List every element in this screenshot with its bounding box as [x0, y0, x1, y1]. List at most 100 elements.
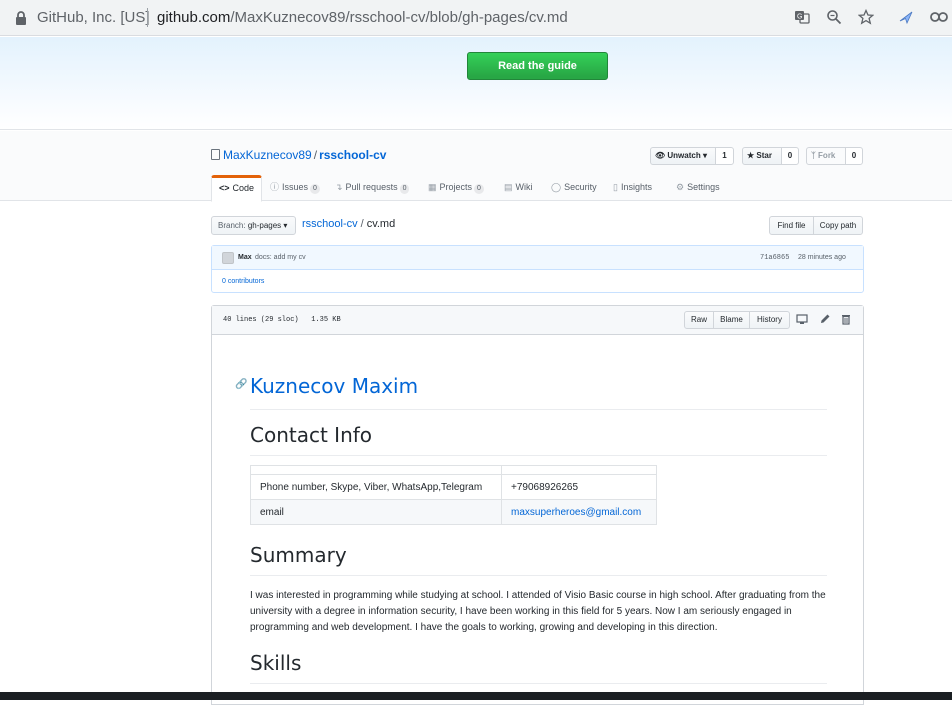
file-viewer: 40 lines (29 sloc) 1.35 KB Raw Blame His…	[211, 305, 864, 705]
guide-banner: Read the guide	[0, 37, 952, 130]
breadcrumb: rsschool-cv / cv.md	[302, 218, 395, 230]
commit-sha[interactable]: 71a6865	[760, 254, 789, 262]
contacts-table: Phone number, Skype, Viber, WhatsApp,Tel…	[250, 465, 657, 525]
commit-info-box: Max docs: add my cv 71a6865 28 minutes a…	[211, 245, 864, 293]
commit-message[interactable]: docs: add my cv	[255, 254, 306, 261]
file-line-count: 40 lines (29 sloc)	[223, 316, 299, 324]
pencil-icon[interactable]	[819, 313, 831, 325]
book-icon: ▤	[504, 182, 513, 192]
star-label: Star	[756, 151, 772, 160]
fork-button[interactable]: ᛉ Fork	[806, 147, 846, 165]
repo-title-separator: /	[313, 148, 318, 162]
translate-icon[interactable]: G	[793, 9, 811, 27]
file-info: 40 lines (29 sloc) 1.35 KB	[223, 316, 341, 324]
branch-name: gh-pages	[247, 221, 282, 230]
repo-name-link[interactable]: rsschool-cv	[319, 148, 386, 162]
file-size: 1.35 KB	[311, 316, 341, 324]
table-cell: +79068926265	[501, 474, 657, 500]
avatar[interactable]	[222, 252, 234, 264]
file-header: 40 lines (29 sloc) 1.35 KB Raw Blame His…	[212, 306, 863, 335]
tab-label: Projects	[439, 182, 473, 192]
star-icon: ★	[747, 151, 755, 160]
repo-icon	[211, 149, 220, 160]
summary-heading: Summary	[250, 542, 827, 576]
tab-counter: 0	[474, 184, 484, 194]
trash-icon[interactable]	[840, 313, 852, 325]
link-icon[interactable]: 🔗	[235, 379, 247, 390]
read-the-guide-button[interactable]: Read the guide	[467, 52, 608, 80]
breadcrumb-repo-link[interactable]: rsschool-cv	[302, 218, 358, 230]
project-icon: ▦	[428, 182, 437, 192]
contributors-link[interactable]: 0 contributors	[222, 278, 264, 285]
tab-security[interactable]: ◯ Security	[551, 175, 597, 201]
table-cell	[250, 465, 502, 475]
commit-author[interactable]: Max	[238, 254, 252, 261]
branch-prefix: Branch:	[218, 221, 246, 230]
table-row: email maxsuperheroes@gmail.com	[250, 499, 657, 525]
tab-label: Issues	[282, 182, 309, 192]
zoom-icon[interactable]	[825, 9, 843, 27]
commit-time: 28 minutes ago	[798, 254, 846, 261]
unwatch-label: Unwatch	[667, 151, 701, 160]
browser-address-bar: GitHub, Inc. [US] github.com/MaxKuznecov…	[0, 0, 952, 36]
contact-heading: Contact Info	[250, 422, 827, 456]
tab-label: Wiki	[515, 182, 533, 192]
tab-code[interactable]: <> Code	[211, 175, 263, 202]
taskbar-edge	[0, 692, 952, 700]
repo-title: MaxKuznecov89/rsschool-cv	[223, 148, 386, 162]
code-icon: <>	[219, 183, 230, 193]
watch-count[interactable]: 1	[715, 147, 734, 165]
star-icon[interactable]	[857, 8, 875, 27]
pull-request-icon: ↴	[335, 182, 343, 192]
copy-path-button[interactable]: Copy path	[813, 216, 863, 235]
page-title: Kuznecov Maxim	[250, 372, 827, 410]
issue-icon: ⓘ	[270, 182, 280, 192]
fork-icon: ᛉ	[811, 151, 816, 160]
repo-header: MaxKuznecov89/rsschool-cv 👁 Unwatch ▾ 1 …	[0, 131, 952, 202]
tab-insights[interactable]: ▯ Insights	[613, 175, 652, 201]
raw-button[interactable]: Raw	[684, 311, 714, 329]
url-host: github.com	[157, 9, 231, 26]
tab-settings[interactable]: ⚙ Settings	[676, 175, 720, 201]
latest-commit-bar: Max docs: add my cv 71a6865 28 minutes a…	[212, 246, 863, 270]
extension-icon[interactable]	[897, 9, 915, 27]
tab-label: Security	[564, 182, 597, 192]
lock-icon[interactable]	[14, 10, 28, 26]
graph-icon: ▯	[613, 182, 618, 192]
extension-icon[interactable]	[928, 9, 952, 27]
star-button[interactable]: ★ Star	[742, 147, 782, 165]
history-button[interactable]: History	[749, 311, 790, 329]
url-text[interactable]: github.com/MaxKuznecov89/rsschool-cv/blo…	[157, 9, 568, 26]
table-cell	[501, 465, 657, 475]
tab-label: Code	[232, 183, 255, 193]
tab-counter: 0	[310, 184, 320, 194]
shield-icon: ◯	[551, 182, 562, 192]
gear-icon: ⚙	[676, 182, 685, 192]
email-link[interactable]: maxsuperheroes@gmail.com	[511, 507, 641, 518]
fork-count[interactable]: 0	[845, 147, 863, 165]
desktop-icon[interactable]	[796, 313, 808, 325]
skills-heading: Skills	[250, 650, 827, 684]
eye-icon: 👁	[655, 151, 666, 160]
repo-owner-link[interactable]: MaxKuznecov89	[223, 148, 312, 162]
breadcrumb-file: cv.md	[366, 218, 396, 230]
branch-selector[interactable]: Branch: gh-pages ▾	[211, 216, 296, 235]
tab-counter: 0	[399, 184, 410, 194]
caret-down-icon: ▾	[283, 221, 288, 230]
svg-text:G: G	[797, 14, 802, 21]
summary-text: I was interested in programming while st…	[250, 590, 826, 633]
blame-button[interactable]: Blame	[713, 311, 750, 329]
unwatch-button[interactable]: 👁 Unwatch ▾	[650, 147, 716, 165]
table-header-row	[250, 465, 657, 475]
caret-down-icon: ▾	[702, 151, 707, 160]
site-identity[interactable]: GitHub, Inc. [US]	[37, 9, 150, 26]
tab-projects[interactable]: ▦ Projects 0	[428, 175, 484, 201]
tab-wiki[interactable]: ▤ Wiki	[504, 175, 533, 201]
tab-issues[interactable]: ⓘ Issues 0	[270, 175, 320, 201]
star-count[interactable]: 0	[781, 147, 799, 165]
address-divider	[147, 8, 148, 27]
tab-label: Settings	[687, 182, 720, 192]
find-file-button[interactable]: Find file	[769, 216, 814, 235]
tab-label: Insights	[620, 182, 652, 192]
tab-pull-requests[interactable]: ↴ Pull requests 0	[335, 175, 410, 201]
